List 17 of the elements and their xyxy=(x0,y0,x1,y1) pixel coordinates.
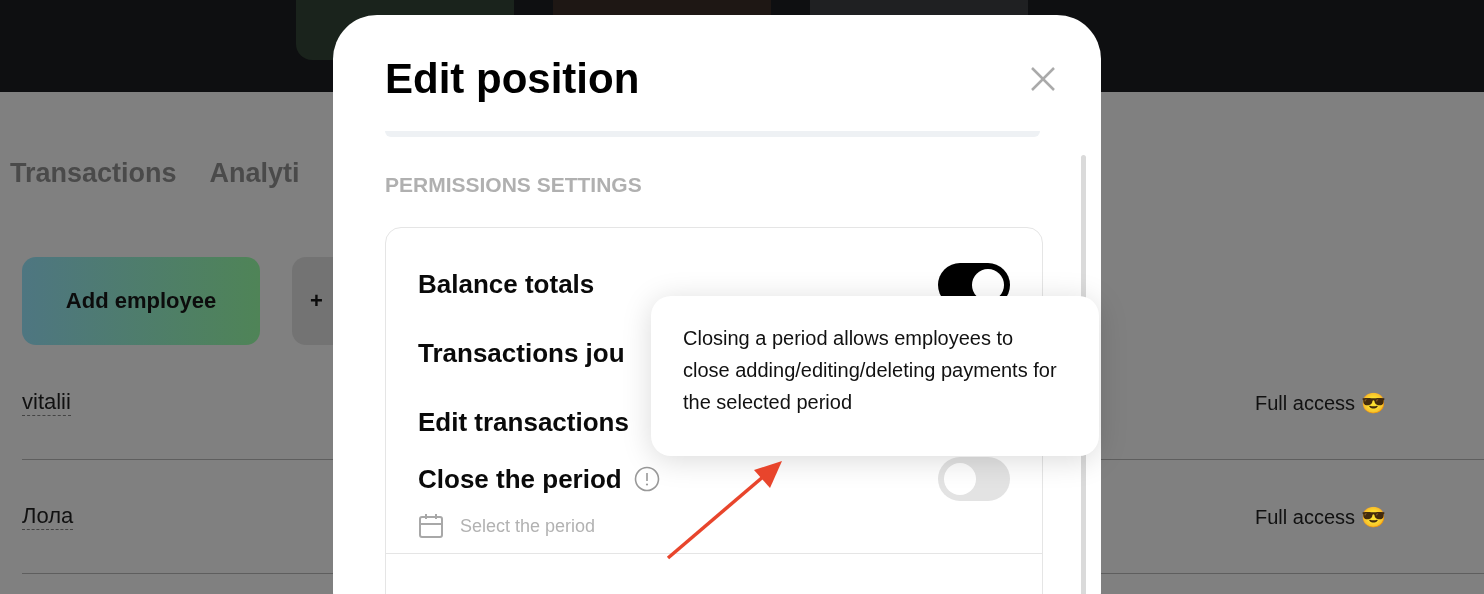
section-title: PERMISSIONS SETTINGS xyxy=(385,173,643,197)
permission-label: Balance totals xyxy=(418,269,595,300)
employee-name[interactable]: vitalii xyxy=(22,389,71,416)
period-field[interactable]: Select the period xyxy=(460,515,596,537)
close-button[interactable] xyxy=(1029,65,1057,93)
info-icon[interactable] xyxy=(633,466,660,492)
permission-label: Edit transactions xyxy=(418,407,629,438)
permission-label: Transactions jou xyxy=(418,338,625,369)
toggle-switch[interactable] xyxy=(938,457,1010,501)
add-employee-button[interactable]: Add employee xyxy=(22,257,260,345)
access-level: Full access 😎 xyxy=(1255,390,1387,415)
access-level: Full access 😎 xyxy=(1255,504,1387,529)
calendar-icon[interactable] xyxy=(418,513,444,539)
dialog-title: Edit position xyxy=(385,55,640,103)
permission-label: Close the period xyxy=(418,463,622,495)
employee-name[interactable]: Лола xyxy=(22,503,74,530)
tooltip-text: Closing a period allows employees to close adding/editing/deleting payments for the selected period xyxy=(683,327,1057,413)
